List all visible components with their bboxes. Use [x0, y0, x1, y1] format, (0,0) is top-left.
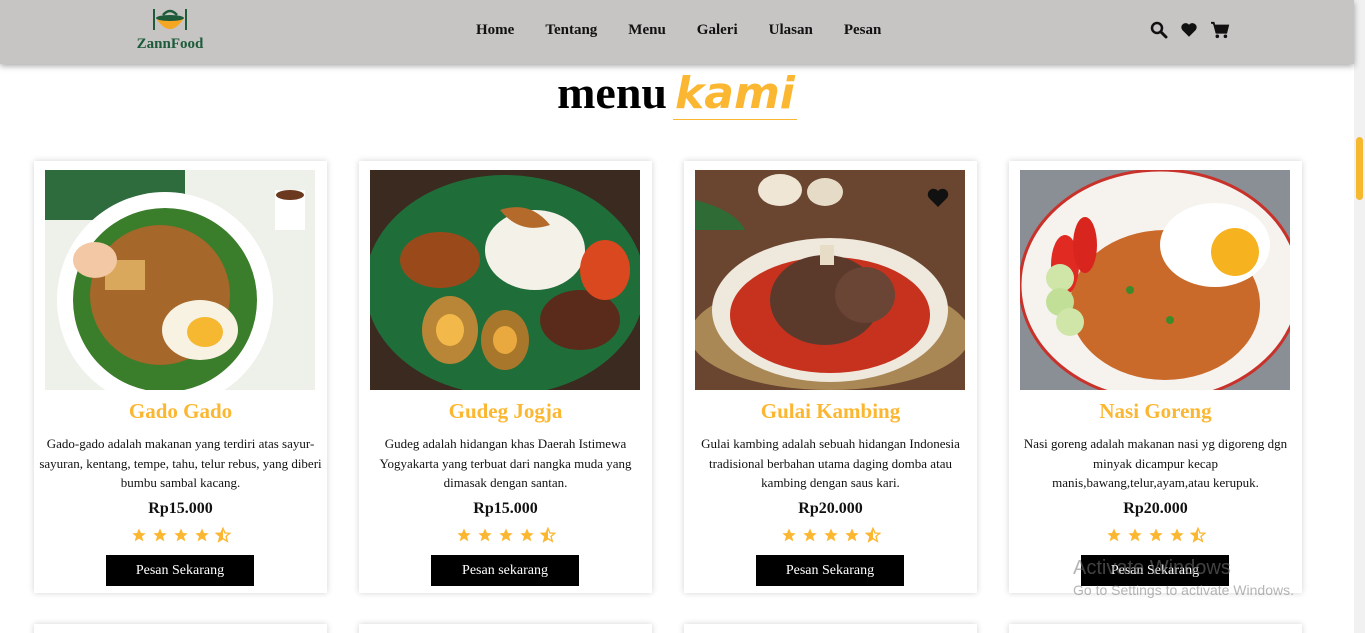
heart-icon[interactable] [1180, 21, 1200, 41]
menu-card-partial [34, 624, 327, 633]
menu-price: Rp15.000 [473, 500, 538, 517]
menu-card-gudeg-jogja: Gudeg Jogja Gudeg adalah hidangan khas D… [359, 161, 652, 593]
menu-price: Rp20.000 [798, 500, 863, 517]
star-icon [173, 527, 189, 548]
page-scrollbar[interactable] [1354, 0, 1365, 633]
nav-menu[interactable]: Menu [628, 22, 666, 39]
heading-accent: kami [673, 68, 797, 120]
menu-description: Gudeg adalah hidangan khas Daerah Istime… [379, 436, 632, 490]
section-heading: menu kami [0, 66, 1354, 120]
food-image [45, 170, 315, 390]
search-icon[interactable] [1150, 21, 1170, 41]
star-icon [1127, 527, 1143, 548]
menu-card-partial [684, 624, 977, 633]
menu-card-gulai-kambing: Gulai Kambing Gulai kambing adalah sebua… [684, 161, 977, 593]
menu-title: Gulai Kambing [760, 399, 901, 423]
scrollbar-thumb[interactable] [1356, 137, 1363, 200]
star-icon [802, 527, 818, 548]
half-star-icon [214, 526, 231, 548]
main-nav: Home Tentang Menu Galeri Ulasan Pesan [476, 22, 912, 39]
star-rating [1009, 526, 1302, 548]
star-icon [1106, 527, 1122, 548]
star-icon [152, 527, 168, 548]
nav-home[interactable]: Home [476, 22, 514, 39]
navbar: ZannFood Home Tentang Menu Galeri Ulasan… [0, 0, 1354, 64]
order-button[interactable]: Pesan Sekarang [756, 555, 904, 586]
star-icon [844, 527, 860, 548]
menu-card-nasi-goreng: Nasi Goreng Nasi goreng adalah makanan n… [1009, 161, 1302, 593]
menu-title: Gado Gado [128, 399, 233, 423]
menu-title: Nasi Goreng [1099, 399, 1212, 423]
nav-icons [1150, 21, 1230, 41]
nav-ulasan[interactable]: Ulasan [769, 22, 813, 39]
star-icon [131, 527, 147, 548]
star-icon [498, 527, 514, 548]
star-rating [684, 526, 977, 548]
brand-name: ZannFood [136, 36, 204, 52]
star-icon [194, 527, 210, 548]
order-button[interactable]: Pesan sekarang [431, 555, 579, 586]
heading-main: menu [557, 67, 667, 118]
menu-card-partial [359, 624, 652, 633]
food-image [695, 170, 965, 390]
watermark-subtitle: Go to Settings to activate Windows. [1073, 582, 1294, 598]
food-image [1020, 170, 1290, 390]
star-icon [456, 527, 472, 548]
menu-price: Rp20.000 [1123, 500, 1188, 517]
menu-title: Gudeg Jogja [448, 399, 563, 423]
nav-galeri[interactable]: Galeri [697, 22, 738, 39]
menu-card-gado-gado: Gado Gado Gado-gado adalah makanan yang … [34, 161, 327, 593]
star-rating [34, 526, 327, 548]
star-icon [477, 527, 493, 548]
windows-activation-watermark: Activate Windows Go to Settings to activ… [1073, 557, 1294, 598]
star-rating [359, 526, 652, 548]
favorite-heart-icon[interactable] [925, 186, 951, 215]
food-bowl-icon [153, 9, 187, 30]
menu-description: Nasi goreng adalah makanan nasi yg digor… [1023, 436, 1288, 490]
menu-description: Gado-gado adalah makanan yang terdiri at… [39, 436, 322, 490]
watermark-title: Activate Windows [1073, 557, 1231, 579]
half-star-icon [1189, 526, 1206, 548]
star-icon [823, 527, 839, 548]
brand-logo[interactable]: ZannFood [128, 6, 212, 54]
star-icon [519, 527, 535, 548]
menu-card-partial [1009, 624, 1302, 633]
food-image [370, 170, 640, 390]
nav-tentang[interactable]: Tentang [545, 22, 597, 39]
menu-description: Gulai kambing adalah sebuah hidangan Ind… [701, 436, 960, 490]
menu-price: Rp15.000 [148, 500, 213, 517]
star-icon [1148, 527, 1164, 548]
cart-icon[interactable] [1210, 21, 1230, 41]
star-icon [1169, 527, 1185, 548]
half-star-icon [864, 526, 881, 548]
half-star-icon [539, 526, 556, 548]
order-button[interactable]: Pesan Sekarang [106, 555, 254, 586]
nav-pesan[interactable]: Pesan [844, 22, 882, 39]
star-icon [781, 527, 797, 548]
